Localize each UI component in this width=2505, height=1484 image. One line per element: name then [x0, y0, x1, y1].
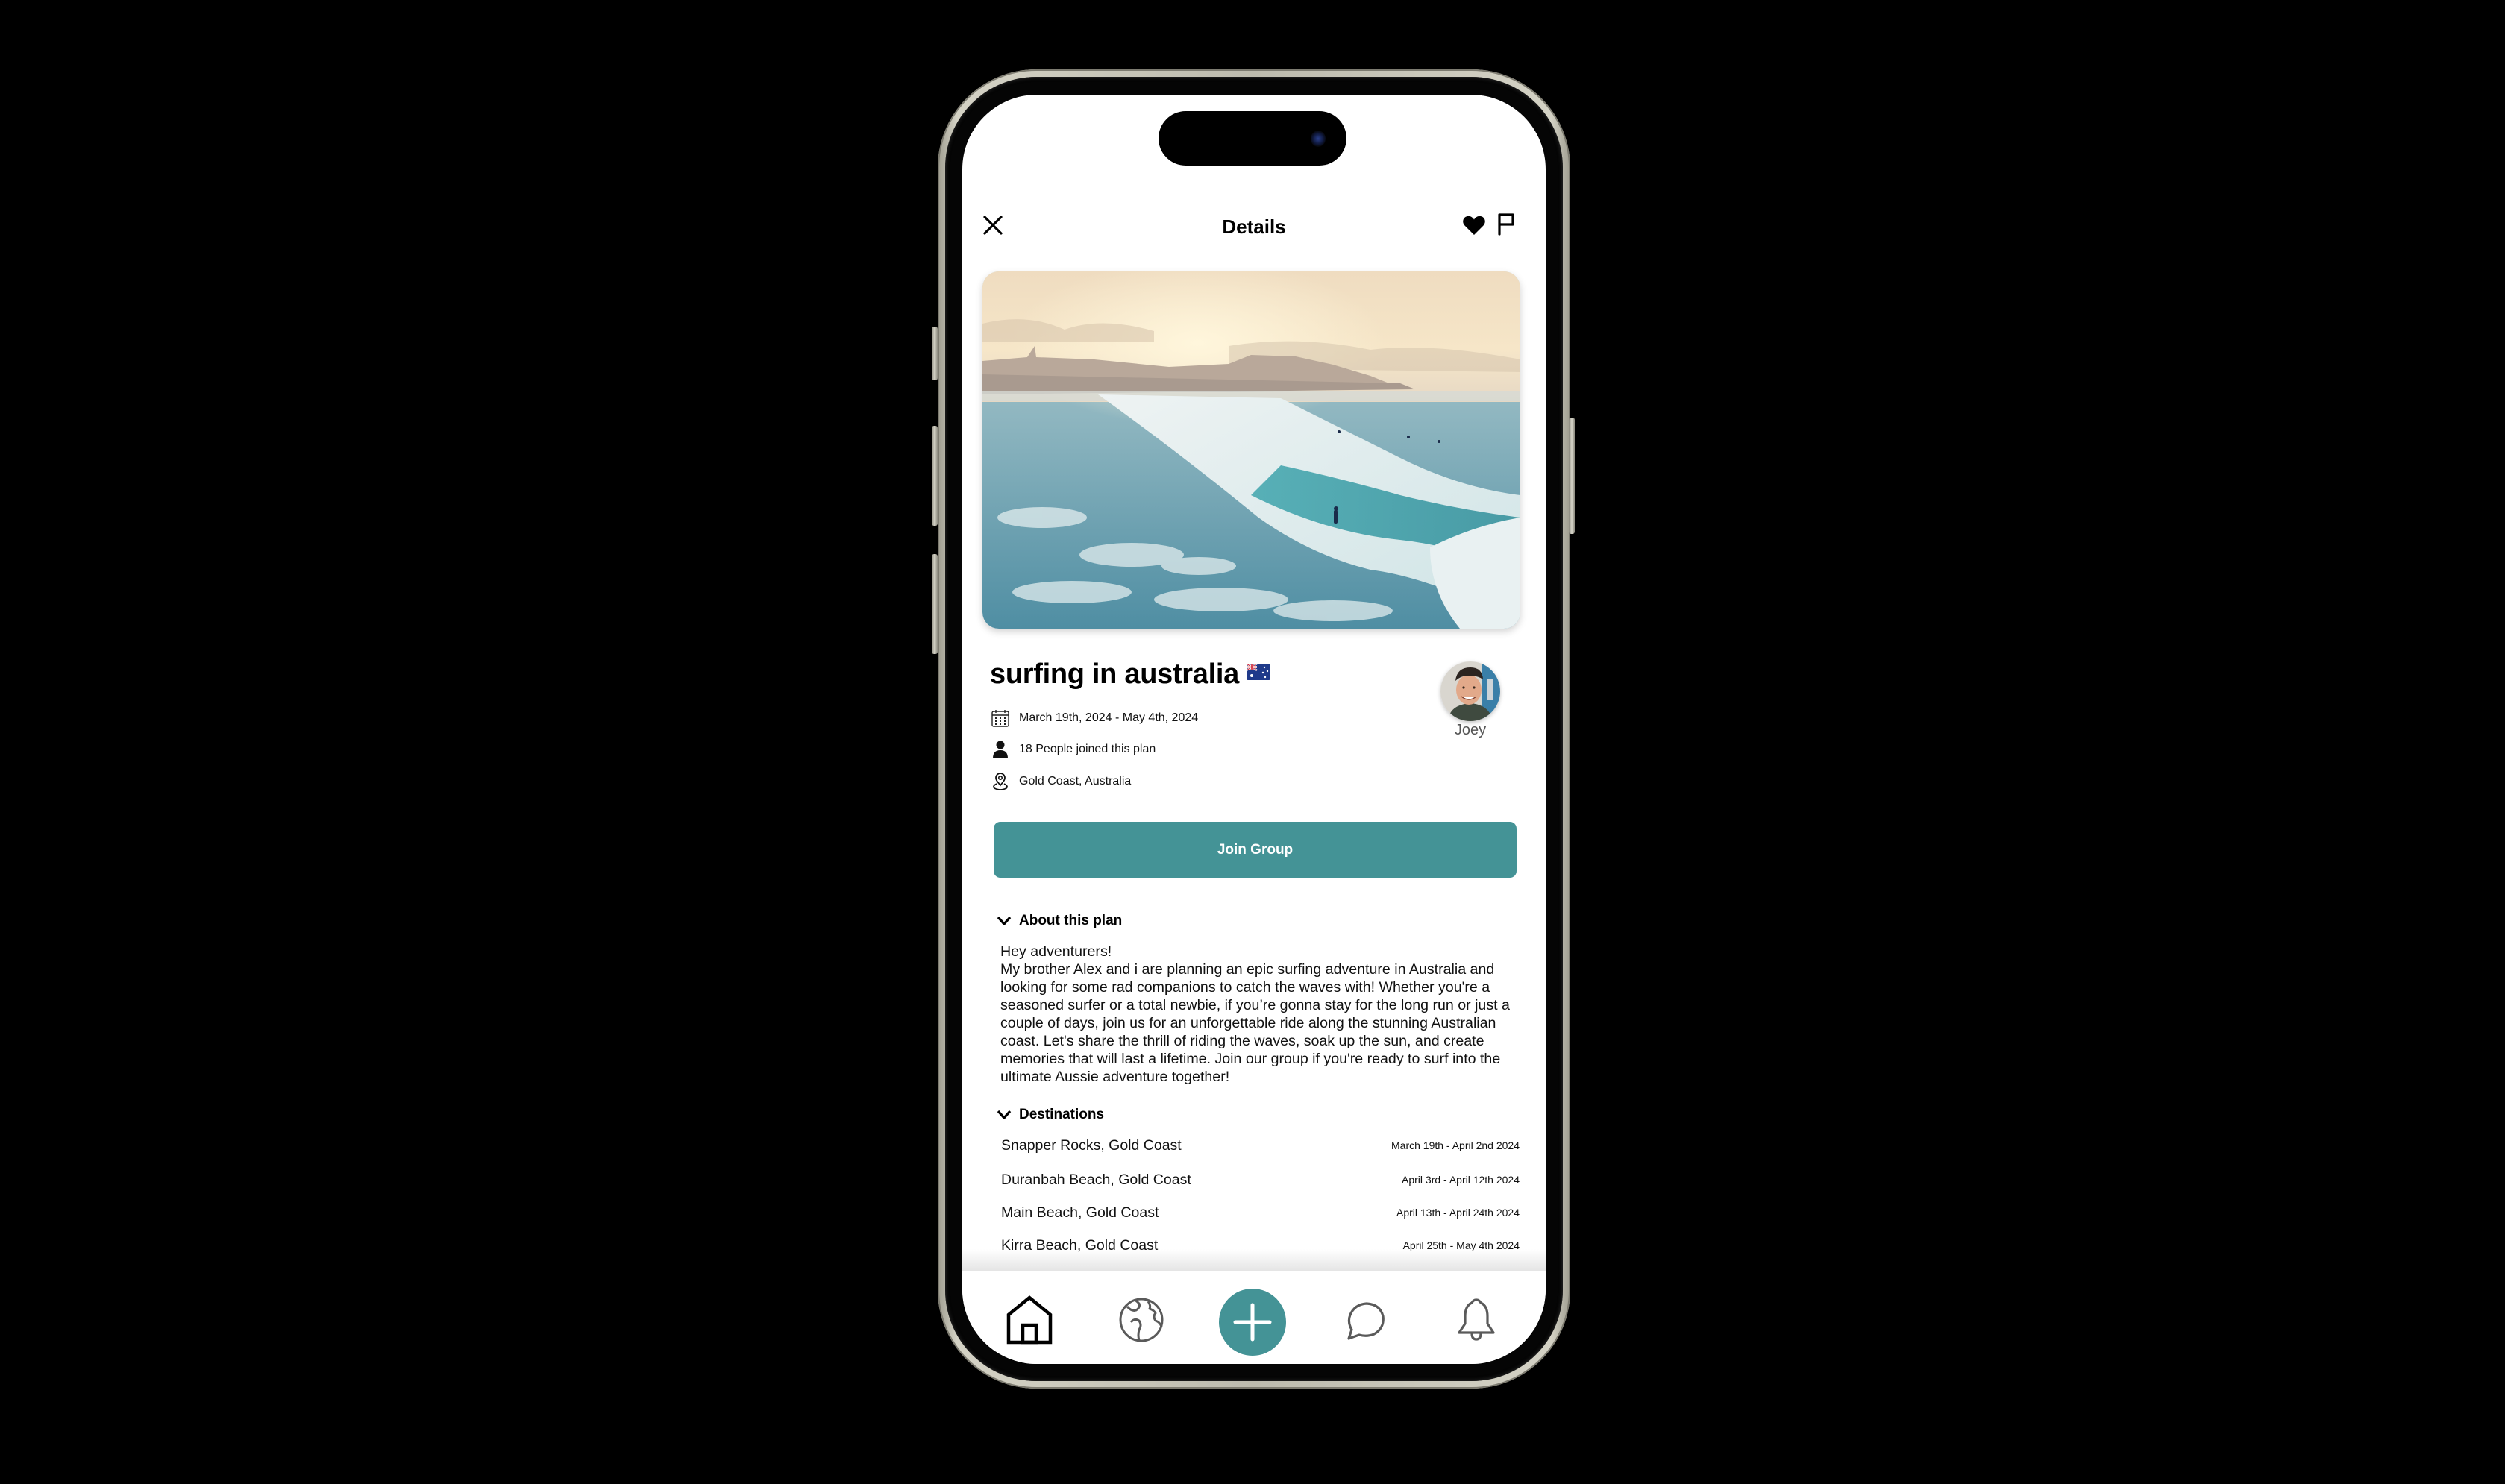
chevron-down-icon — [997, 1110, 1012, 1119]
power-button — [1569, 418, 1575, 534]
about-section-toggle[interactable]: About this plan — [997, 913, 1122, 929]
destination-name: Snapper Rocks, Gold Coast — [1001, 1136, 1182, 1154]
dynamic-island — [1159, 111, 1346, 166]
destination-item[interactable]: Snapper Rocks, Gold Coast March 19th - A… — [1001, 1134, 1520, 1157]
nav-explore[interactable] — [1118, 1297, 1164, 1347]
calendar-icon — [991, 708, 1010, 728]
nav-notifications[interactable] — [1455, 1297, 1497, 1347]
location-text: Gold Coast, Australia — [1019, 775, 1132, 787]
map-pin-icon — [991, 772, 1010, 791]
organizer-profile[interactable]: Joey — [1440, 661, 1500, 739]
create-plan-button[interactable] — [1219, 1289, 1286, 1356]
about-heading: About this plan — [1019, 913, 1123, 928]
plus-icon — [1233, 1303, 1272, 1342]
participants-text: 18 People joined this plan — [1019, 743, 1156, 755]
phone-screen: Details surfing in australia March 19th,… — [962, 95, 1546, 1364]
organizer-name: Joey — [1454, 722, 1487, 738]
date-range-row: March 19th, 2024 - May 4th, 2024 — [991, 708, 1198, 728]
volume-down-button — [932, 554, 938, 654]
front-camera — [1311, 131, 1326, 147]
location-row: Gold Coast, Australia — [991, 772, 1131, 791]
action-button — [932, 327, 938, 380]
report-button[interactable] — [1496, 212, 1516, 236]
plan-title-text: surfing in australia — [990, 658, 1239, 690]
person-icon — [991, 740, 1010, 759]
about-text: Hey adventurers! My brother Alex and i a… — [1000, 943, 1510, 1085]
destination-item[interactable]: Main Beach, Gold Coast April 13th - Apri… — [1001, 1201, 1520, 1224]
favorite-button[interactable] — [1462, 214, 1486, 236]
australia-flag-icon — [1246, 655, 1270, 680]
volume-up-button — [932, 426, 938, 526]
home-icon — [1006, 1295, 1053, 1345]
nav-messages[interactable] — [1344, 1300, 1386, 1345]
heart-icon — [1463, 216, 1485, 235]
nav-home[interactable] — [1006, 1295, 1053, 1348]
hero-image — [982, 271, 1520, 629]
bottom-nav — [962, 1271, 1546, 1364]
flag-icon — [1498, 213, 1514, 236]
destinations-heading: Destinations — [1019, 1107, 1105, 1122]
date-range-text: March 19th, 2024 - May 4th, 2024 — [1019, 711, 1199, 724]
destinations-section-toggle[interactable]: Destinations — [997, 1107, 1104, 1123]
avatar[interactable] — [1440, 661, 1500, 721]
page-title: Details — [1222, 216, 1286, 238]
globe-icon — [1119, 1298, 1164, 1342]
chevron-down-icon — [997, 916, 1012, 925]
destination-dates: April 3rd - April 12th 2024 — [1402, 1174, 1520, 1186]
chat-icon — [1347, 1302, 1385, 1340]
plan-title: surfing in australia — [990, 655, 1270, 691]
bell-icon — [1458, 1298, 1495, 1341]
surf-photo — [982, 271, 1520, 629]
destination-dates: April 13th - April 24th 2024 — [1396, 1207, 1520, 1219]
organizer-photo — [1440, 661, 1500, 721]
destination-item[interactable]: Duranbah Beach, Gold Coast April 3rd - A… — [1001, 1169, 1520, 1191]
nav-shadow — [962, 1249, 1546, 1271]
participants-row: 18 People joined this plan — [991, 740, 1156, 759]
join-group-button[interactable]: Join Group — [994, 822, 1517, 878]
destination-name: Main Beach, Gold Coast — [1001, 1204, 1159, 1221]
destination-name: Duranbah Beach, Gold Coast — [1001, 1171, 1191, 1188]
destination-dates: March 19th - April 2nd 2024 — [1391, 1139, 1520, 1151]
